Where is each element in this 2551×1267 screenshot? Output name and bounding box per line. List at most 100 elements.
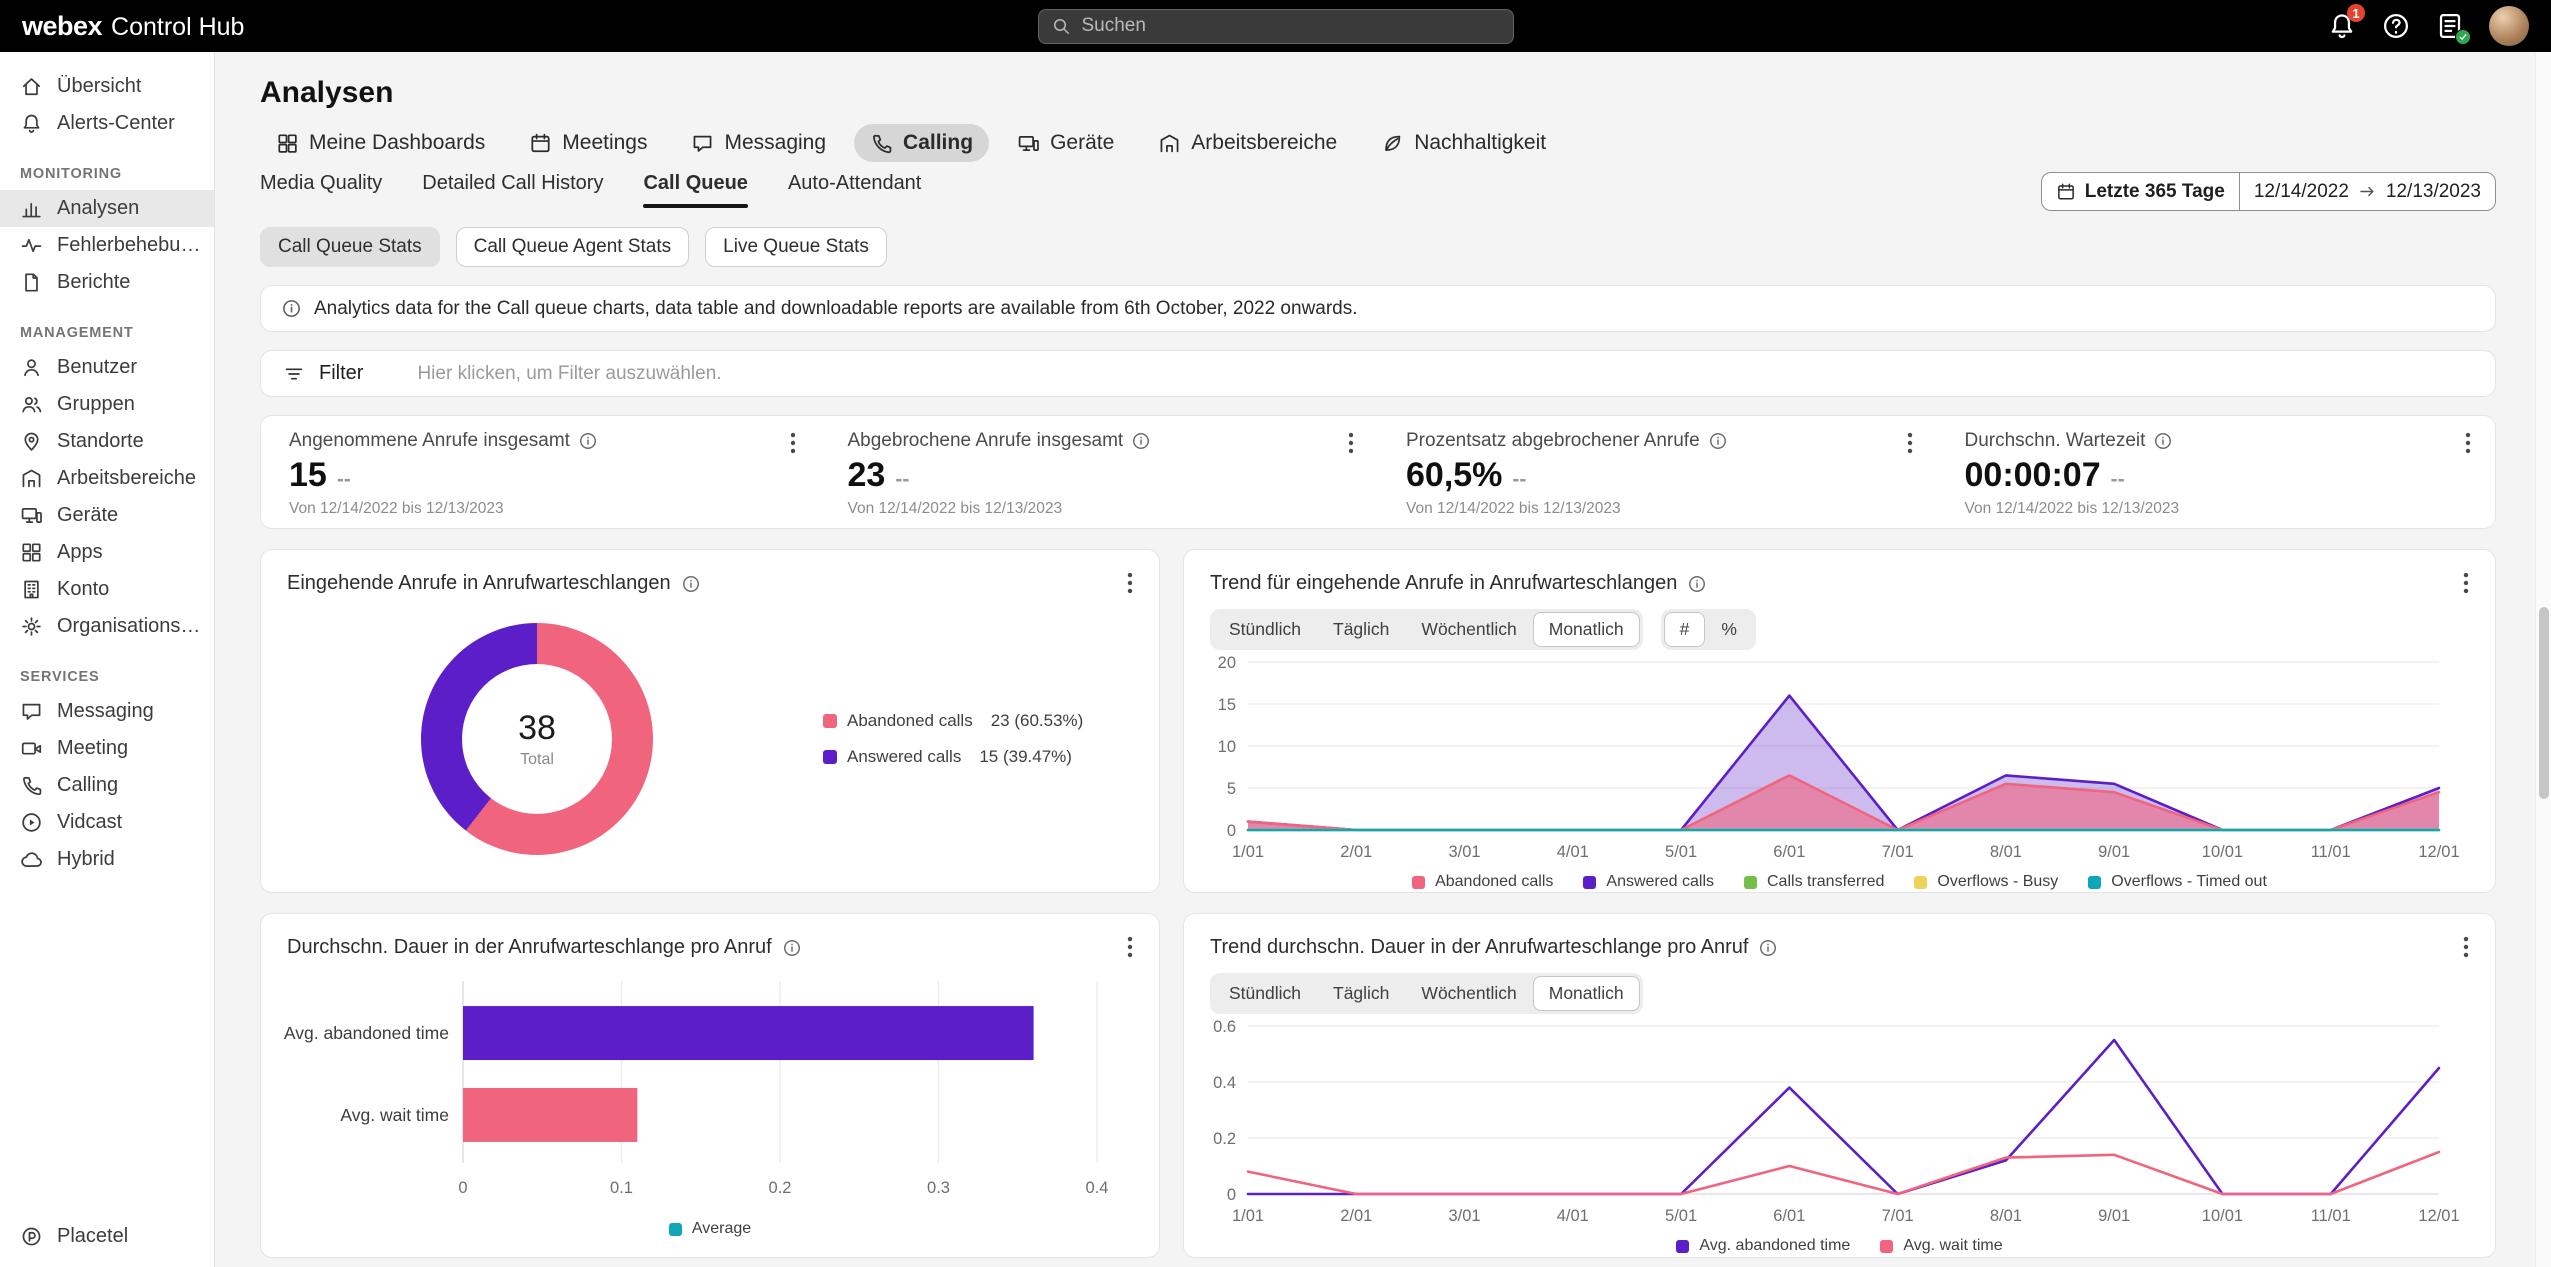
pill-call-queue-agent-stats[interactable]: Call Queue Agent Stats	[456, 227, 690, 267]
scrollbar-track[interactable]	[2535, 52, 2551, 1267]
toggle-stündlich[interactable]: Stündlich	[1213, 976, 1317, 1011]
sidebar-item-meeting[interactable]: Meeting	[0, 730, 214, 767]
sidebar-item-standorte[interactable]: Standorte	[0, 423, 214, 460]
sidebar-item-konto[interactable]: Konto	[0, 571, 214, 608]
toggle-monatlich[interactable]: Monatlich	[1533, 612, 1640, 647]
tab-meine-dashboards[interactable]: Meine Dashboards	[260, 124, 501, 162]
sidebar-item-berichte[interactable]: Berichte	[0, 264, 214, 301]
kpi-menu-button[interactable]	[1338, 430, 1364, 456]
toggle-wöchentlich[interactable]: Wöchentlich	[1405, 612, 1532, 647]
toggle-monatlich[interactable]: Monatlich	[1533, 976, 1640, 1011]
scrollbar-thumb[interactable]	[2539, 607, 2549, 799]
subtab-row: Media Quality Detailed Call History Call Q…	[260, 172, 2496, 211]
sidebar-item-arbeitsbereiche[interactable]: Arbeitsbereiche	[0, 460, 214, 497]
info-banner: Analytics data for the Call queue charts…	[260, 285, 2496, 332]
tab-label: Arbeitsbereiche	[1191, 131, 1337, 155]
user-icon	[20, 356, 43, 379]
kpi-menu-button[interactable]	[780, 430, 806, 456]
tab-nachhaltigkeit[interactable]: Nachhaltigkeit	[1365, 124, 1562, 162]
avatar[interactable]	[2489, 6, 2529, 46]
kpi-menu-button[interactable]	[2455, 430, 2481, 456]
kpi-period: Von 12/14/2022 bis 12/13/2023	[1406, 500, 1921, 518]
card-menu-button[interactable]	[2453, 570, 2479, 596]
date-range-preset[interactable]: Letzte 365 Tage	[2042, 173, 2239, 210]
sidebar-item-label: Fehlerbehebung	[57, 234, 202, 257]
sidebar-item-benutzer[interactable]: Benutzer	[0, 349, 214, 386]
info-icon[interactable]	[1687, 574, 1707, 594]
sidebar-item-geräte[interactable]: Geräte	[0, 497, 214, 534]
filter-bar[interactable]: Filter Hier klicken, um Filter auszuwähl…	[260, 350, 2496, 397]
info-icon	[1708, 431, 1728, 451]
info-icon[interactable]	[681, 574, 701, 594]
card-menu-button[interactable]	[1117, 570, 1143, 596]
legend-item-abandoned-calls: Abandoned calls23 (60.53%)	[823, 711, 1083, 731]
kpi-period: Von 12/14/2022 bis 12/13/2023	[1965, 500, 2480, 518]
toggle-stündlich[interactable]: Stündlich	[1213, 612, 1317, 647]
svg-text:1/01: 1/01	[1232, 1207, 1264, 1225]
toggle-täglich[interactable]: Täglich	[1317, 612, 1405, 647]
legend-label: Overflows - Busy	[1937, 873, 2058, 891]
info-icon[interactable]	[1758, 938, 1778, 958]
legend-label: Average	[692, 1220, 751, 1238]
svg-text:7/01: 7/01	[1882, 843, 1914, 861]
sidebar-item-calling[interactable]: Calling	[0, 767, 214, 804]
subtab-auto-attendant[interactable]: Auto-Attendant	[788, 172, 921, 208]
sidebar-item-apps[interactable]: Apps	[0, 534, 214, 571]
card-menu-button[interactable]	[2453, 934, 2479, 960]
sidebar-item-label: Alerts-Center	[57, 112, 175, 135]
tab-meetings[interactable]: Meetings	[513, 124, 663, 162]
sidebar-item-messaging[interactable]: Messaging	[0, 693, 214, 730]
pill-live-queue-stats[interactable]: Live Queue Stats	[705, 227, 887, 267]
card-menu-button[interactable]	[1117, 934, 1143, 960]
toggle-täglich[interactable]: Täglich	[1317, 976, 1405, 1011]
date-range-picker[interactable]: Letzte 365 Tage 12/14/2022 12/13/2023	[2041, 172, 2496, 211]
sidebar-item-label: Placetel	[57, 1225, 128, 1248]
info-icon	[2153, 431, 2173, 451]
sidebar-item-übersicht[interactable]: Übersicht	[0, 68, 214, 105]
toggle-wöchentlich[interactable]: Wöchentlich	[1405, 976, 1532, 1011]
date-end-field[interactable]: 12/13/2023	[2386, 181, 2481, 203]
help-button[interactable]	[2381, 11, 2411, 41]
onboarding-button[interactable]	[2435, 11, 2465, 41]
search-input[interactable]: Suchen	[1038, 9, 1514, 44]
subtab-detailed-call-history[interactable]: Detailed Call History	[422, 172, 603, 208]
date-start-field[interactable]: 12/14/2022 12/13/2023	[2240, 173, 2495, 210]
tab-arbeitsbereiche[interactable]: Arbeitsbereiche	[1142, 124, 1353, 162]
sidebar-item-hybrid[interactable]: Hybrid	[0, 841, 214, 878]
kebab-icon	[1897, 430, 1923, 456]
info-icon[interactable]	[782, 938, 802, 958]
subtab-call-queue[interactable]: Call Queue	[643, 172, 747, 208]
sidebar-item-label: Apps	[57, 541, 103, 564]
sidebar-item-organisationseinstellun[interactable]: Organisationseinstellun...	[0, 608, 214, 645]
legend-label: Overflows - Timed out	[2111, 873, 2267, 891]
subtab-media-quality[interactable]: Media Quality	[260, 172, 382, 208]
tab-calling[interactable]: Calling	[854, 124, 989, 162]
location-icon	[20, 430, 43, 453]
kpi-title: Abgebrochene Anrufe insgesamt	[848, 430, 1124, 452]
sidebar-item-label: Arbeitsbereiche	[57, 467, 196, 490]
svg-text:10/01: 10/01	[2202, 843, 2243, 861]
info-icon	[281, 298, 302, 319]
avg-duration-trend-svg: 00.20.40.61/012/013/014/015/016/017/018/…	[1198, 1018, 2477, 1230]
alert-bell-icon	[20, 112, 43, 135]
kpi-value: 15	[289, 456, 327, 495]
kpi-strip: Angenommene Anrufe insgesamt15--Von 12/1…	[260, 415, 2496, 529]
kpi-title: Prozentsatz abgebrochener Anrufe	[1406, 430, 1700, 452]
notifications-button[interactable]: 1	[2327, 11, 2357, 41]
sidebar-item-fehlerbehebung[interactable]: Fehlerbehebung	[0, 227, 214, 264]
sidebar-item-placetel[interactable]: Placetel	[0, 1218, 214, 1255]
svg-text:5/01: 5/01	[1665, 1207, 1697, 1225]
kpi-menu-button[interactable]	[1897, 430, 1923, 456]
sidebar-item-alerts-center[interactable]: Alerts-Center	[0, 105, 214, 142]
sidebar-item-label: Konto	[57, 578, 109, 601]
sidebar-item-gruppen[interactable]: Gruppen	[0, 386, 214, 423]
toggle-percent[interactable]: %	[1705, 612, 1753, 647]
tab-geräte[interactable]: Geräte	[1001, 124, 1130, 162]
tab-messaging[interactable]: Messaging	[675, 124, 842, 162]
kpi-title: Angenommene Anrufe insgesamt	[289, 430, 570, 452]
pill-call-queue-stats[interactable]: Call Queue Stats	[260, 227, 440, 267]
sidebar-item-analysen[interactable]: Analysen	[0, 190, 214, 227]
toggle-count[interactable]: #	[1664, 612, 1706, 647]
sidebar-item-vidcast[interactable]: Vidcast	[0, 804, 214, 841]
interval-toggle-group: StündlichTäglichWöchentlichMonatlich	[1210, 609, 1643, 650]
